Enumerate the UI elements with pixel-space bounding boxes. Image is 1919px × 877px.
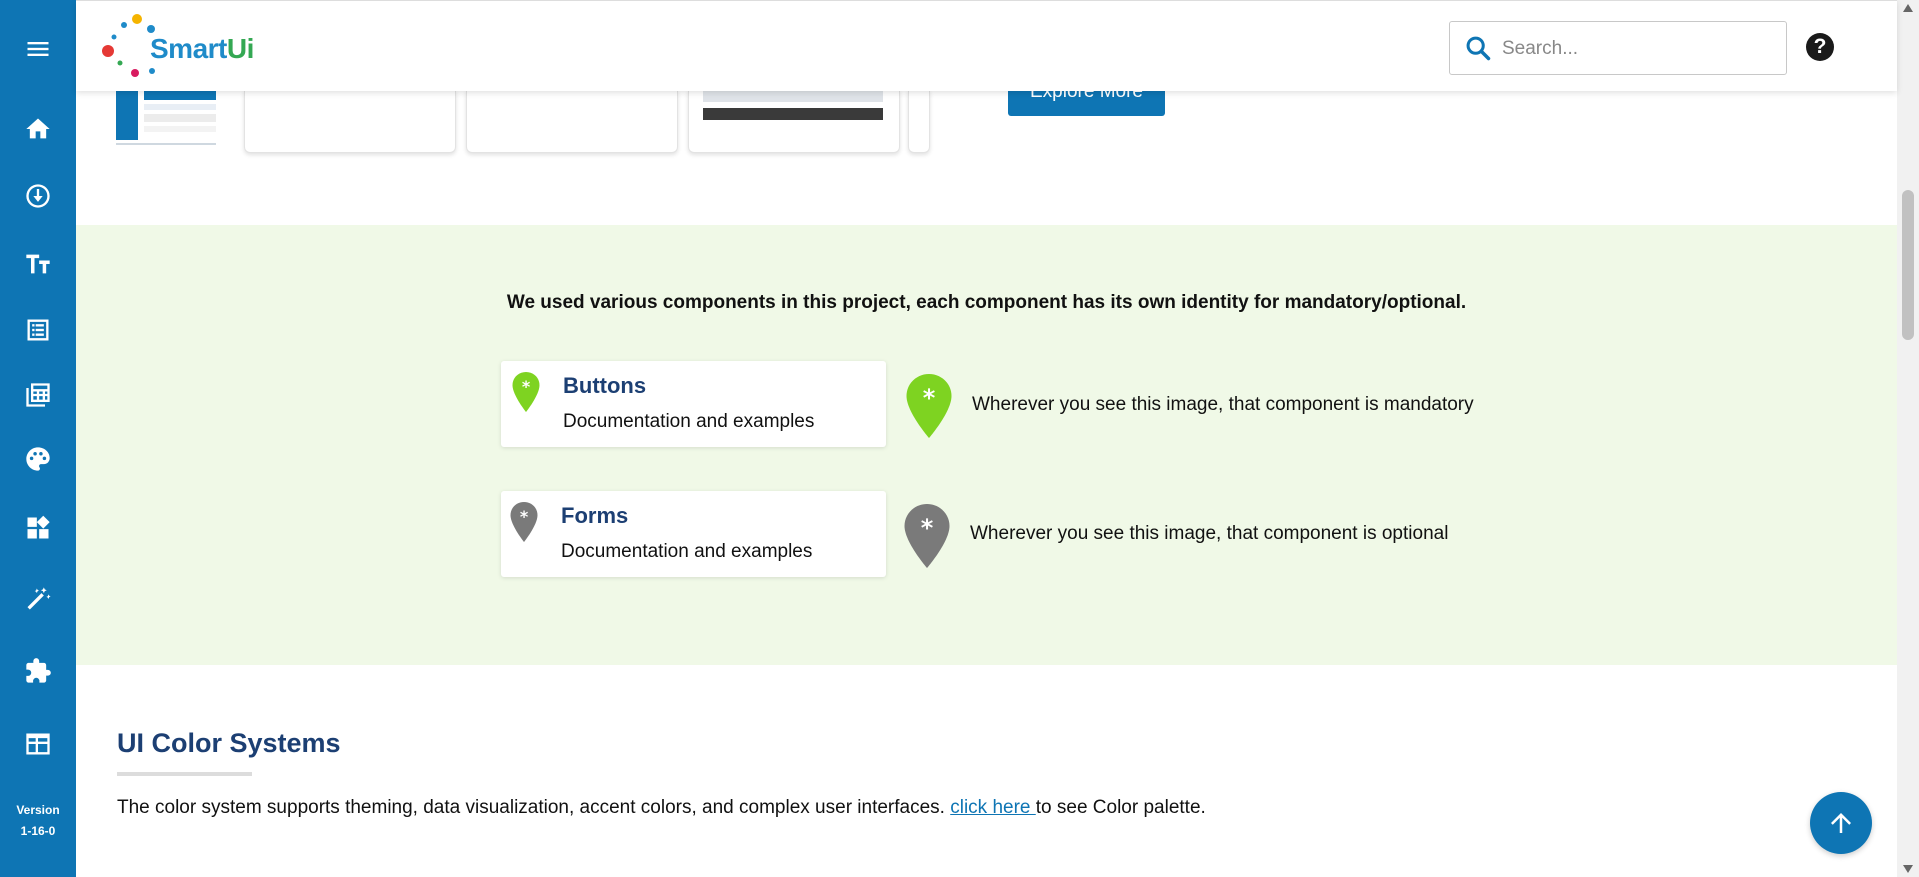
- mandatory-pin-icon: *: [512, 372, 540, 412]
- preview-card-1[interactable]: [116, 90, 216, 152]
- logo-text: SmartUi: [150, 33, 254, 65]
- description-text-after: to see Color palette.: [1035, 797, 1206, 818]
- color-palette-link[interactable]: click here: [950, 797, 1036, 818]
- search-box: [1449, 21, 1787, 75]
- logo-text-smart: Smart: [150, 33, 227, 64]
- card-title: Buttons: [563, 373, 647, 398]
- component-identity-section: We used various components in this proje…: [76, 225, 1897, 665]
- scrollbar-thumb[interactable]: [1902, 190, 1914, 340]
- download-icon[interactable]: [0, 172, 76, 220]
- home-icon[interactable]: [0, 105, 76, 153]
- optional-legend-pin-icon: *: [904, 504, 950, 568]
- scroll-up-arrow-icon[interactable]: [1903, 4, 1913, 12]
- optional-legend-text: Wherever you see this image, that compon…: [970, 523, 1449, 544]
- preview-card-5[interactable]: [908, 90, 930, 153]
- scroll-down-arrow-icon[interactable]: [1903, 865, 1913, 873]
- version-number: 1-16-0: [20, 824, 56, 838]
- card-subtitle: Documentation and examples: [561, 541, 813, 562]
- menu-icon[interactable]: [0, 25, 76, 73]
- color-systems-heading: UI Color Systems: [117, 728, 341, 758]
- preview-card-2[interactable]: [244, 90, 456, 153]
- preview-card-4[interactable]: [688, 90, 900, 153]
- top-header: SmartUi ?: [76, 0, 1897, 91]
- preview-card-3[interactable]: [466, 90, 678, 153]
- sidebar: Version 1-16-0: [0, 0, 76, 877]
- scroll-to-top-button[interactable]: [1810, 792, 1872, 854]
- optional-pin-icon: *: [510, 502, 538, 542]
- magic-wand-icon[interactable]: [0, 575, 76, 623]
- logo-text-ui: Ui: [226, 33, 255, 64]
- mandatory-legend-text: Wherever you see this image, that compon…: [972, 394, 1474, 415]
- help-icon[interactable]: ?: [1806, 33, 1834, 61]
- version-label: Version: [16, 803, 60, 817]
- section-intro: We used various components in this proje…: [506, 292, 1467, 313]
- description-text: The color system supports theming, data …: [117, 797, 951, 818]
- search-input[interactable]: [1500, 34, 1774, 64]
- search-icon: [1466, 36, 1491, 61]
- logo[interactable]: SmartUi: [100, 13, 254, 83]
- card-title: Forms: [561, 503, 629, 528]
- forms-card[interactable]: * Forms Documentation and examples: [501, 491, 886, 577]
- card-subtitle: Documentation and examples: [563, 411, 815, 432]
- list-icon[interactable]: [0, 306, 76, 354]
- svg-text:*: *: [921, 514, 934, 542]
- version-info: Version 1-16-0: [0, 800, 76, 842]
- svg-text:*: *: [923, 384, 936, 412]
- calculator-icon[interactable]: [0, 371, 76, 419]
- table-icon[interactable]: [0, 720, 76, 768]
- mandatory-legend-pin-icon: *: [906, 374, 952, 438]
- puzzle-icon[interactable]: [0, 647, 76, 695]
- svg-text:*: *: [522, 377, 531, 396]
- color-systems-description: The color system supports theming, data …: [117, 797, 1206, 819]
- component-preview-strip: Explore More: [76, 90, 1897, 225]
- widgets-icon[interactable]: [0, 504, 76, 552]
- palette-icon[interactable]: [0, 435, 76, 483]
- arrow-up-icon: [1831, 813, 1851, 833]
- svg-text:*: *: [520, 507, 529, 526]
- heading-underline: [117, 772, 252, 776]
- explore-more-button[interactable]: Explore More: [1008, 90, 1165, 116]
- page-scrollbar[interactable]: [1897, 0, 1919, 877]
- buttons-card[interactable]: * Buttons Documentation and examples: [501, 361, 886, 447]
- typography-icon[interactable]: [0, 240, 76, 288]
